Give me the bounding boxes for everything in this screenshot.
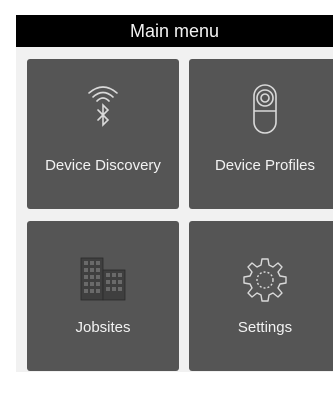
main-menu-header: Main menu — [16, 15, 333, 47]
tile-label-jobsites: Jobsites — [75, 319, 131, 336]
settings-tile[interactable]: Settings — [189, 221, 333, 371]
main-menu-screen: Main menu Device Discovery Device Profil… — [0, 0, 333, 395]
buildings-icon — [80, 257, 126, 301]
tile-label-settings: Settings — [237, 319, 293, 336]
gear-icon — [243, 258, 287, 302]
wireless-bluetooth-icon — [88, 86, 118, 127]
page-title: Main menu — [129, 21, 220, 41]
tile-label-device-discovery: Device Discovery — [45, 157, 161, 174]
device-discovery-tile[interactable]: Device Discovery — [27, 59, 179, 209]
tile-label-device-profiles: Device Profiles — [214, 157, 316, 174]
jobsites-tile[interactable]: Jobsites — [27, 221, 179, 371]
menu-grid: Device Discovery Device Profiles Jobsite… — [16, 47, 333, 372]
device-profiles-tile[interactable]: Device Profiles — [189, 59, 333, 209]
device-profile-icon — [253, 84, 277, 134]
